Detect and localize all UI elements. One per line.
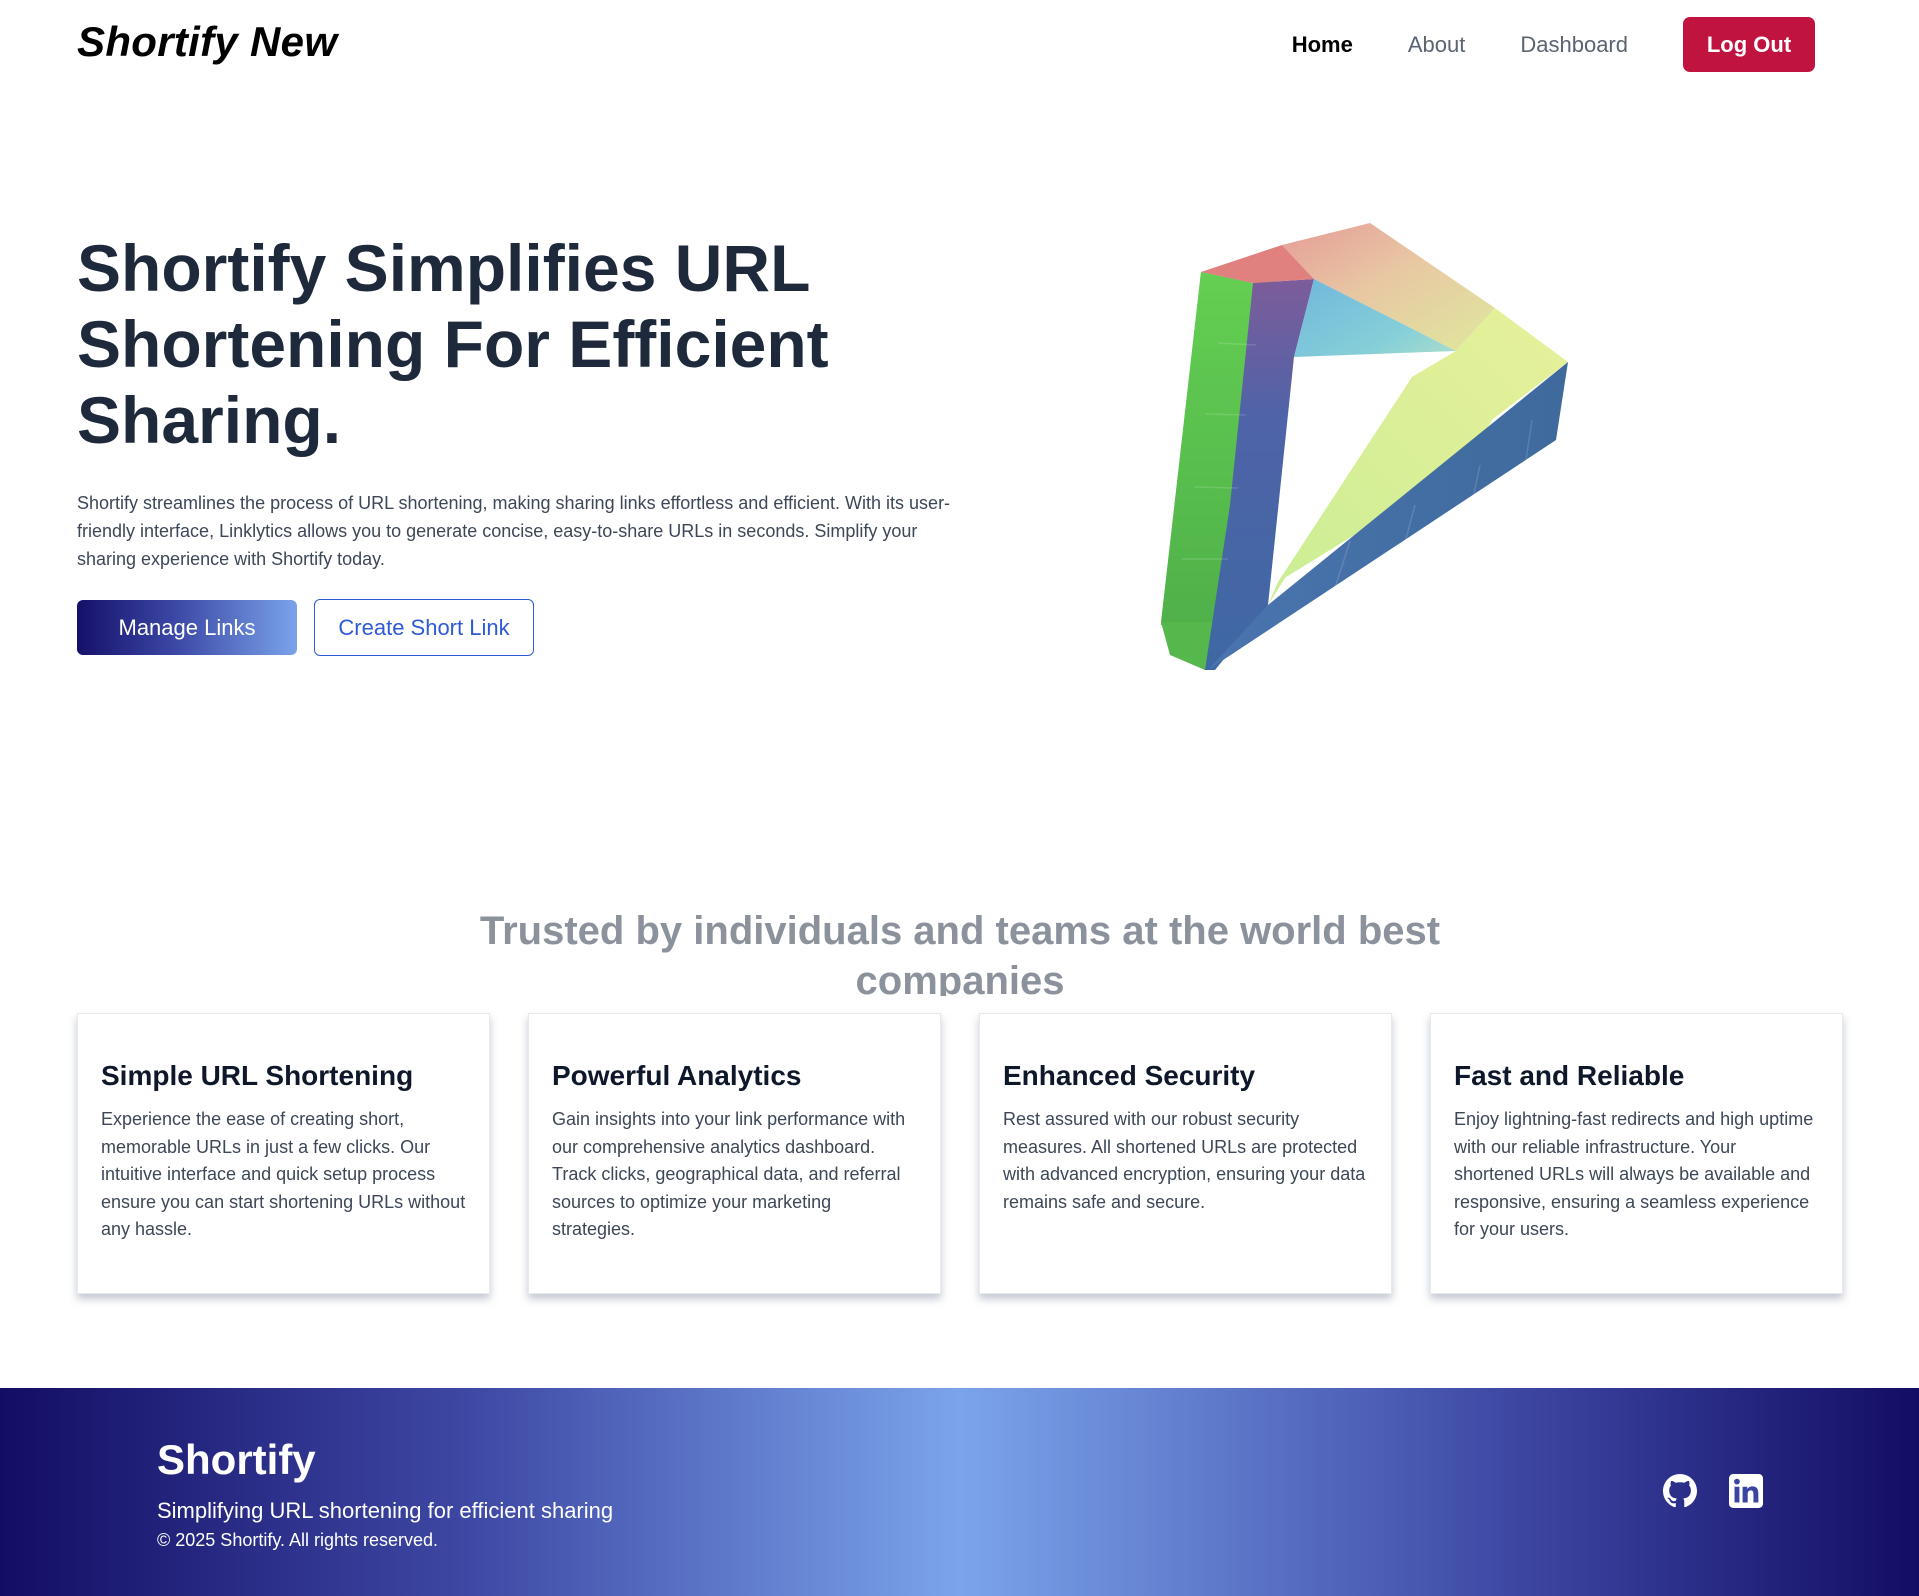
nav-home-link[interactable]: Home bbox=[1292, 32, 1353, 58]
linkedin-icon[interactable] bbox=[1729, 1474, 1763, 1508]
feature-title: Simple URL Shortening bbox=[101, 1060, 414, 1091]
nav-about-link[interactable]: About bbox=[1408, 32, 1466, 58]
logout-button[interactable]: Log Out bbox=[1683, 17, 1815, 72]
feature-text: Rest assured with our robust security me… bbox=[1003, 1109, 1366, 1212]
brand-logo[interactable]: Shortify New bbox=[77, 18, 337, 66]
hero-description: Shortify streamlines the process of URL … bbox=[77, 493, 951, 569]
feature-title: Powerful Analytics bbox=[552, 1060, 802, 1091]
feature-card-reliable: Fast and Reliable Enjoy lightning-fast r… bbox=[1430, 1013, 1843, 1294]
nav-links: Home About Dashboard Log Out bbox=[1292, 17, 1815, 72]
feature-card-analytics: Powerful Analytics Gain insights into yo… bbox=[528, 1013, 941, 1294]
impossible-triangle-illustration bbox=[1161, 223, 1568, 670]
feature-title: Enhanced Security bbox=[1003, 1060, 1256, 1091]
manage-links-button[interactable]: Manage Links bbox=[77, 600, 297, 655]
github-icon[interactable] bbox=[1663, 1474, 1697, 1508]
hero-title: Shortify Simplifies URL Shortening For E… bbox=[77, 231, 829, 457]
feature-text: Gain insights into your link performance… bbox=[552, 1109, 906, 1239]
feature-card-shortening: Simple URL Shortening Experience the eas… bbox=[77, 1013, 490, 1294]
footer: Shortify Simplifying URL shortening for … bbox=[0, 1388, 1919, 1596]
nav-dashboard-link[interactable]: Dashboard bbox=[1520, 32, 1628, 58]
feature-cards: Simple URL Shortening Experience the eas… bbox=[77, 1013, 1843, 1294]
feature-text: Enjoy lightning-fast redirects and high … bbox=[1454, 1109, 1814, 1239]
feature-text: Experience the ease of creating short, m… bbox=[101, 1109, 466, 1239]
create-short-link-button[interactable]: Create Short Link bbox=[314, 599, 534, 656]
footer-brand: Shortify bbox=[157, 1436, 316, 1483]
feature-card-security: Enhanced Security Rest assured with our … bbox=[979, 1013, 1392, 1294]
footer-tagline: Simplifying URL shortening for efficient… bbox=[157, 1498, 614, 1523]
navbar: Shortify New Home About Dashboard Log Ou… bbox=[0, 0, 1919, 90]
footer-copyright: © 2025 Shortify. All rights reserved. bbox=[157, 1530, 439, 1550]
feature-title: Fast and Reliable bbox=[1454, 1060, 1685, 1091]
trusted-heading: Trusted by individuals and teams at the … bbox=[479, 909, 1441, 996]
